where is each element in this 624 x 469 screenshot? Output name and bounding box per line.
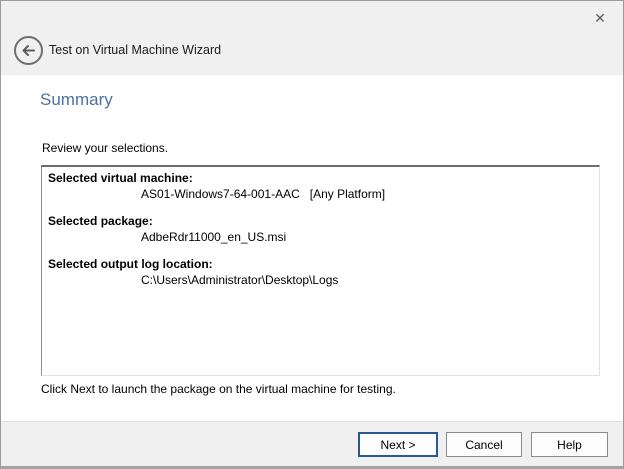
back-button[interactable] <box>14 36 43 65</box>
summary-item: Selected output log location: C:\Users\A… <box>48 256 593 288</box>
summary-item-label: Selected virtual machine: <box>48 170 593 186</box>
help-button[interactable]: Help <box>531 432 608 457</box>
summary-item-value: AdbeRdr11000_en_US.msi <box>48 229 593 245</box>
button-strip <box>1 421 623 466</box>
summary-item-label: Selected package: <box>48 213 593 229</box>
close-icon: ✕ <box>594 10 606 27</box>
wizard-title: Test on Virtual Machine Wizard <box>49 43 221 57</box>
summary-item-label: Selected output log location: <box>48 256 593 272</box>
summary-item-value: C:\Users\Administrator\Desktop\Logs <box>48 272 593 288</box>
instruction-text: Review your selections. <box>42 141 168 155</box>
next-button[interactable]: Next > <box>358 432 438 457</box>
summary-item: Selected package: AdbeRdr11000_en_US.msi <box>48 213 593 245</box>
titlebar: ✕ Test on Virtual Machine Wizard <box>1 1 623 75</box>
close-button[interactable]: ✕ <box>585 5 615 31</box>
arrow-left-icon <box>20 42 37 59</box>
summary-item: Selected virtual machine: AS01-Windows7-… <box>48 170 593 202</box>
summary-item-value: AS01-Windows7-64-001-AAC [Any Platform] <box>48 186 593 202</box>
page-title: Summary <box>40 90 113 110</box>
cancel-button[interactable]: Cancel <box>446 432 522 457</box>
wizard-window: ✕ Test on Virtual Machine Wizard Summary… <box>0 0 624 469</box>
summary-box: Selected virtual machine: AS01-Windows7-… <box>41 165 600 376</box>
footer-note: Click Next to launch the package on the … <box>41 382 396 396</box>
